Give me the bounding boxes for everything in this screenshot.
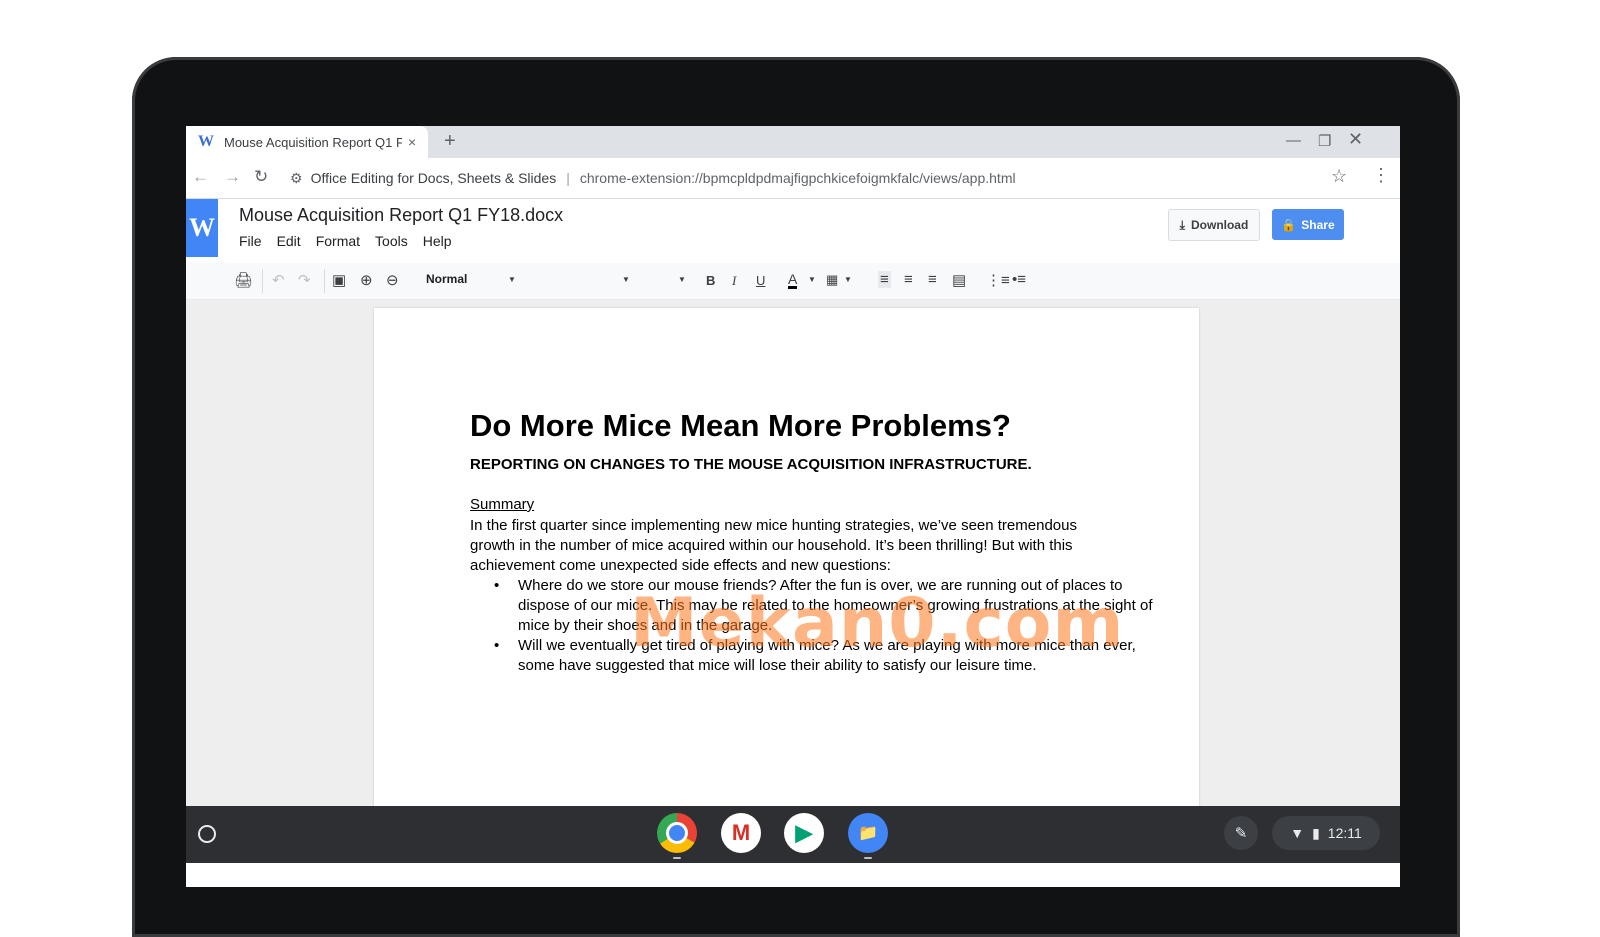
browser-tab[interactable]: W Mouse Acquisition Report Q1 F × <box>186 126 428 158</box>
running-indicator <box>673 857 681 859</box>
font-dropdown-icon[interactable]: ▼ <box>622 275 630 284</box>
share-label: Share <box>1301 217 1335 232</box>
divider <box>262 269 263 293</box>
menu-format[interactable]: Format <box>316 233 360 249</box>
files-app-icon[interactable]: 📁 <box>848 813 888 853</box>
gmail-app-icon[interactable]: M <box>721 813 761 853</box>
zoom-out-icon[interactable]: ⊖ <box>386 271 399 289</box>
justify-icon[interactable]: ▤ <box>952 271 966 289</box>
menu-edit[interactable]: Edit <box>277 233 301 249</box>
menu-tools[interactable]: Tools <box>375 233 408 249</box>
document-title[interactable]: Mouse Acquisition Report Q1 FY18.docx <box>239 205 563 226</box>
bold-icon[interactable]: B <box>706 273 715 288</box>
tab-title: Mouse Acquisition Report Q1 F <box>224 134 402 150</box>
word-doc-icon: W <box>198 133 214 150</box>
align-left-icon[interactable]: ≡ <box>878 271 891 288</box>
wifi-icon: ▼ <box>1290 825 1305 841</box>
back-icon[interactable]: ← <box>192 167 209 187</box>
numbered-list-icon[interactable]: ⋮≡ <box>986 271 1010 289</box>
style-dropdown-icon[interactable]: ▼ <box>508 275 516 284</box>
launcher-icon[interactable] <box>198 825 216 843</box>
watermark: Mekan0.com <box>630 584 1125 663</box>
document-subheading: REPORTING ON CHANGES TO THE MOUSE ACQUIS… <box>470 456 1032 473</box>
zoom-in-icon[interactable]: ⊕ <box>360 271 373 289</box>
reload-icon[interactable]: ↻ <box>254 167 268 187</box>
text-color-dropdown-icon[interactable]: ▼ <box>808 275 816 284</box>
battery-icon: ▮ <box>1312 824 1320 841</box>
address-separator: | <box>566 170 570 186</box>
url-text: chrome-extension://bpmcpldpdmajfigpchkic… <box>579 170 1016 186</box>
download-button[interactable]: ⤓ Download <box>1168 209 1260 241</box>
download-icon: ⤓ <box>1179 217 1185 232</box>
lock-icon: 🔒 <box>1281 217 1297 232</box>
divider <box>324 269 325 293</box>
fit-page-icon[interactable]: ▣ <box>332 271 346 289</box>
format-toolbar: 🖨 ↶ ↷ ▣ ⊕ ⊖ Normal ▼ ▼ ▼ B I U A ▼ ▦ ▼ ≡… <box>186 263 1400 300</box>
app-header: W Mouse Acquisition Report Q1 FY18.docx … <box>186 199 1400 263</box>
minimize-icon[interactable]: — <box>1286 132 1301 149</box>
play-store-app-icon[interactable]: ▶ <box>784 813 824 853</box>
extension-name: Office Editing for Docs, Sheets & Slides <box>310 170 557 186</box>
close-tab-icon[interactable]: × <box>408 134 416 150</box>
menu-file[interactable]: File <box>239 233 262 249</box>
screen: W Mouse Acquisition Report Q1 F × + — ❐ … <box>186 126 1400 887</box>
chromeos-shelf: M ▶ 📁 ✎ ▼ ▮ 12:11 <box>186 806 1400 863</box>
menu-help[interactable]: Help <box>423 233 452 249</box>
running-indicator <box>864 857 872 859</box>
maximize-icon[interactable]: ❐ <box>1318 132 1331 150</box>
menu-bar: File Edit Format Tools Help <box>239 233 452 249</box>
highlight-dropdown-icon[interactable]: ▼ <box>844 275 852 284</box>
summary-paragraph: In the first quarter since implementing … <box>470 517 1077 574</box>
highlight-color-icon[interactable]: ▦ <box>826 272 838 288</box>
bulleted-list-icon[interactable]: •≡ <box>1012 271 1026 288</box>
chrome-app-icon[interactable] <box>657 813 697 853</box>
new-tab-button[interactable]: + <box>444 130 456 153</box>
paragraph-style-select[interactable]: Normal <box>426 272 518 286</box>
close-window-icon[interactable]: ✕ <box>1348 129 1363 150</box>
status-tray[interactable]: ▼ ▮ 12:11 <box>1272 816 1380 850</box>
italic-icon[interactable]: I <box>732 273 736 289</box>
word-logo: W <box>186 199 218 257</box>
document-canvas: Do More Mice Mean More Problems? REPORTI… <box>186 300 1400 828</box>
download-label: Download <box>1190 218 1249 232</box>
browser-toolbar: ← → ↻ ⚙ Office Editing for Docs, Sheets … <box>186 158 1400 199</box>
share-button[interactable]: 🔒 Share <box>1272 209 1344 240</box>
document-page[interactable]: Do More Mice Mean More Problems? REPORTI… <box>374 308 1199 828</box>
browser-tabstrip: W Mouse Acquisition Report Q1 F × + — ❐ … <box>186 126 1400 158</box>
clock-time: 12:11 <box>1327 825 1362 841</box>
address-bar[interactable]: ⚙ Office Editing for Docs, Sheets & Slid… <box>290 164 1325 192</box>
align-center-icon[interactable]: ≡ <box>904 271 913 288</box>
text-color-icon[interactable]: A <box>788 272 798 289</box>
redo-icon[interactable]: ↷ <box>298 271 311 289</box>
stylus-pen-icon[interactable]: ✎ <box>1224 816 1258 850</box>
bookmark-star-icon[interactable]: ☆ <box>1331 166 1347 187</box>
underline-icon[interactable]: U <box>756 273 765 288</box>
browser-menu-icon[interactable]: ⋮ <box>1372 165 1390 186</box>
document-heading: Do More Mice Mean More Problems? <box>470 408 1011 443</box>
undo-icon[interactable]: ↶ <box>272 271 285 289</box>
print-icon[interactable]: 🖨 <box>234 271 253 289</box>
summary-label: Summary <box>470 496 535 513</box>
align-right-icon[interactable]: ≡ <box>928 271 937 288</box>
forward-icon[interactable]: → <box>224 167 241 187</box>
font-size-dropdown-icon[interactable]: ▼ <box>678 275 686 284</box>
extension-puzzle-icon: ⚙ <box>290 169 303 186</box>
